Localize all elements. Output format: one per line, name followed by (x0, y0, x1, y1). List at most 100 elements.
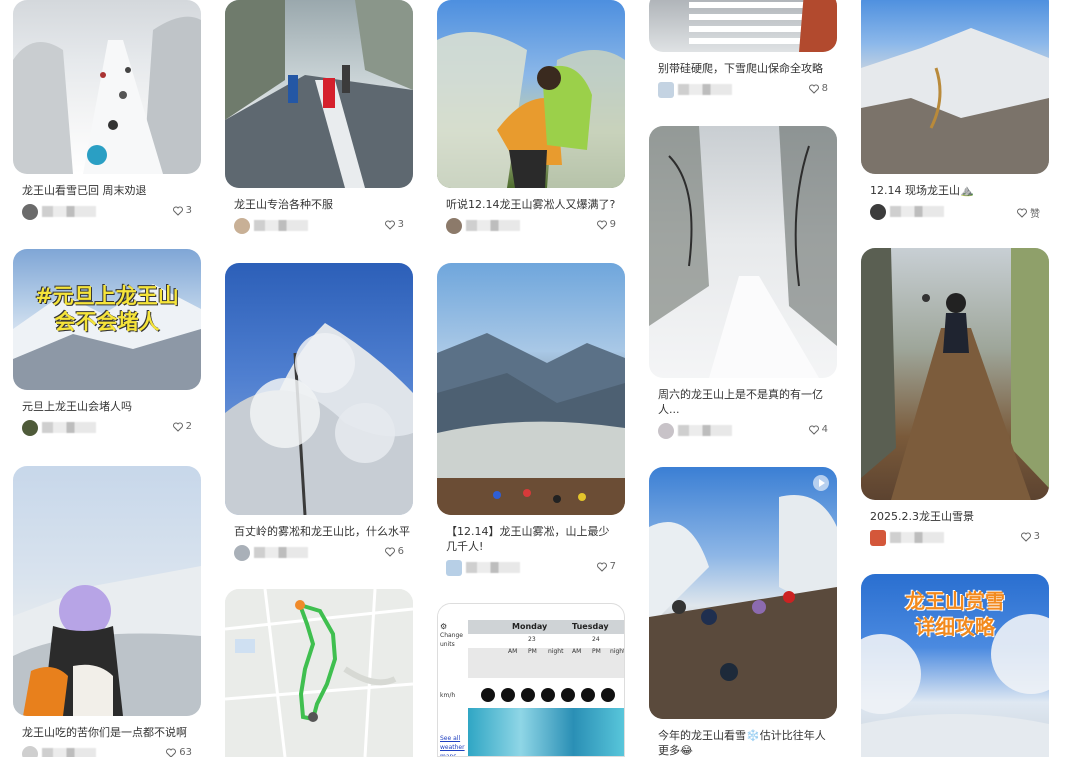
author-name-blurred[interactable] (254, 220, 308, 231)
author-avatar[interactable] (22, 746, 38, 757)
snowy-trail-scene (13, 16, 201, 174)
like-button[interactable]: 3 (384, 219, 404, 230)
snowy-steps-scene (689, 0, 837, 52)
wind-icons (481, 688, 615, 702)
note-title[interactable]: 【12.14】龙王山雾凇，山上最少几千人! (437, 524, 625, 554)
note-cover-weather[interactable]: ⚙ Change units km/h See all weather maps… (437, 603, 625, 757)
author-avatar[interactable] (658, 423, 674, 439)
note-card[interactable]: 2025.2.3龙王山雪景 3 (861, 248, 1049, 546)
author-avatar[interactable] (22, 204, 38, 220)
author-name-blurred[interactable] (42, 748, 96, 757)
like-button[interactable]: 2 (172, 421, 192, 432)
note-meta: 2 (13, 420, 201, 436)
note-card[interactable] (225, 589, 413, 757)
note-card[interactable]: 龙王山吃的苦你们是一点都不说啊 63 (13, 466, 201, 757)
author-avatar[interactable] (22, 420, 38, 436)
note-card[interactable]: 【12.14】龙王山雾凇，山上最少几千人! 7 (437, 263, 625, 576)
note-card[interactable]: #元旦上龙王山 会不会堵人 元旦上龙王山会堵人吗 2 (13, 249, 201, 436)
note-card[interactable]: 听说12.14龙王山雾凇人又爆满了? 9 (437, 0, 625, 234)
period-label: night (548, 648, 564, 655)
note-title[interactable]: 龙王山吃的苦你们是一点都不说啊 (13, 725, 201, 740)
note-cover-image[interactable] (13, 0, 201, 174)
note-cover-image[interactable]: #元旦上龙王山 会不会堵人 (13, 249, 201, 390)
note-meta: 8 (649, 82, 837, 98)
author-name-blurred[interactable] (678, 425, 732, 436)
author-name-blurred[interactable] (890, 206, 944, 217)
note-card[interactable]: 12.14 现场龙王山⛰️ 赞 (861, 0, 1049, 220)
heart-icon (596, 220, 607, 230)
note-meta: 3 (13, 204, 201, 220)
note-card[interactable]: 别带硅硬爬，下雪爬山保命全攻略 8 (649, 0, 837, 98)
note-title[interactable]: 龙王山专治各种不服 (225, 197, 413, 212)
like-count: 3 (185, 205, 192, 216)
like-count: 3 (397, 219, 404, 230)
author-name-blurred[interactable] (42, 422, 96, 433)
author-name-blurred[interactable] (42, 206, 96, 217)
note-cover-image[interactable]: 龙王山赏雪 详细攻略 (861, 574, 1049, 757)
note-cover-image[interactable] (861, 248, 1049, 500)
note-cover-image[interactable] (649, 126, 837, 378)
like-button[interactable]: 7 (596, 561, 616, 572)
note-card[interactable]: 龙王山专治各种不服 3 (225, 0, 413, 234)
note-title[interactable]: 今年的龙王山看雪❄️估计比往年人更多😂 (649, 728, 837, 757)
like-button[interactable]: 6 (384, 546, 404, 557)
muddy-trail-scene (861, 248, 1049, 500)
weather-day-header: Monday Tuesday (468, 620, 624, 634)
note-cover-image[interactable] (13, 466, 201, 716)
author-avatar[interactable] (446, 560, 462, 576)
note-title[interactable]: 元旦上龙王山会堵人吗 (13, 399, 201, 414)
note-title[interactable]: 龙王山看雪已回 周末劝退 (13, 183, 201, 198)
author-avatar[interactable] (234, 545, 250, 561)
author-avatar[interactable] (446, 218, 462, 234)
like-count: 9 (609, 219, 616, 230)
note-card[interactable]: 龙王山看雪已回 周末劝退 3 (13, 0, 201, 220)
like-button[interactable]: 63 (166, 747, 192, 757)
note-cover-image[interactable] (437, 263, 625, 515)
like-button[interactable]: 3 (1020, 531, 1040, 542)
period-label: AM (508, 648, 518, 655)
like-button[interactable]: 4 (808, 424, 828, 435)
author-name-blurred[interactable] (678, 84, 732, 95)
author-avatar[interactable] (234, 218, 250, 234)
note-cover-image[interactable] (861, 0, 1049, 174)
frosted-pine-scene (225, 323, 413, 515)
note-title[interactable]: 百丈岭的雾凇和龙王山比，什么水平 (225, 524, 413, 539)
crowded-summit-scene (437, 333, 625, 515)
note-meta: 63 (13, 746, 201, 757)
note-title[interactable]: 2025.2.3龙王山雪景 (861, 509, 1049, 524)
note-title[interactable]: 别带硅硬爬，下雪爬山保命全攻略 (649, 61, 837, 76)
like-button[interactable]: 8 (808, 83, 828, 94)
weather-date-row: 23 24 (468, 634, 624, 648)
crowd-trail-scene (649, 495, 837, 719)
note-cover-image[interactable] (649, 0, 837, 52)
author-avatar[interactable] (658, 82, 674, 98)
like-count: 63 (179, 747, 192, 757)
author-name-blurred[interactable] (254, 547, 308, 558)
note-cover-video[interactable] (649, 467, 837, 719)
note-title[interactable]: 12.14 现场龙王山⛰️ (861, 183, 1049, 198)
weather-map-strip[interactable] (468, 708, 624, 756)
author-name-blurred[interactable] (466, 562, 520, 573)
note-card[interactable]: ⚙ Change units km/h See all weather maps… (437, 603, 625, 757)
note-cover-image[interactable] (225, 0, 413, 188)
note-card[interactable]: 周六的龙王山上是不是真的有一亿人... 4 (649, 126, 837, 439)
note-cover-map[interactable] (225, 589, 413, 757)
note-title[interactable]: 周六的龙王山上是不是真的有一亿人... (649, 387, 837, 417)
like-button[interactable]: 3 (172, 205, 192, 216)
note-cover-image[interactable] (437, 0, 625, 188)
weather-wind-row (468, 682, 624, 708)
like-button[interactable]: 赞 (1017, 205, 1040, 220)
poster-headline-2: 会不会堵人 (54, 310, 160, 334)
author-name-blurred[interactable] (466, 220, 520, 231)
weather-maps-link[interactable]: See all weather maps (440, 734, 466, 756)
note-card[interactable]: 百丈岭的雾凇和龙王山比，什么水平 6 (225, 263, 413, 561)
note-cover-image[interactable] (225, 263, 413, 515)
like-button[interactable]: 9 (596, 219, 616, 230)
note-card[interactable]: 龙王山赏雪 详细攻略 (861, 574, 1049, 757)
note-title[interactable]: 听说12.14龙王山雾凇人又爆满了? (437, 197, 625, 212)
note-card[interactable]: 今年的龙王山看雪❄️估计比往年人更多😂 (649, 467, 837, 757)
author-name-blurred[interactable] (890, 532, 944, 543)
weather-day-1: Monday (512, 622, 548, 631)
author-avatar[interactable] (870, 530, 886, 546)
author-avatar[interactable] (870, 204, 886, 220)
